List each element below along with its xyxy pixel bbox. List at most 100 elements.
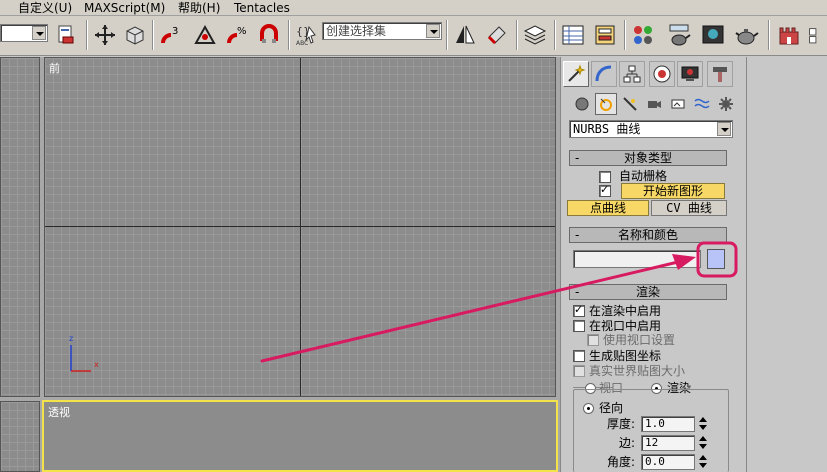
chevron-down-icon [32, 26, 46, 40]
quick-render-button[interactable] [734, 22, 760, 48]
enable-in-viewport-checkbox[interactable] [573, 320, 585, 332]
teapot-icon [669, 24, 691, 46]
select-by-name-button[interactable] [54, 22, 80, 48]
generate-mapping-label: 生成贴图坐标 [589, 349, 662, 363]
svg-text:z: z [69, 334, 73, 343]
viewport-perspective-label[interactable]: 透视 [48, 404, 70, 420]
angle-input[interactable]: 0.0 [641, 454, 695, 470]
select-by-name-icon [58, 25, 74, 44]
magnet-3-icon: 3 [161, 26, 178, 44]
move-icon [95, 25, 115, 45]
enable-in-renderer-checkbox[interactable] [573, 303, 585, 317]
tab-motion[interactable] [649, 61, 675, 87]
schematic-view-button[interactable] [592, 22, 618, 48]
motion-icon [653, 65, 671, 83]
castle-icon [779, 27, 799, 45]
command-panel: NURBS 曲线 - 对象类型 自动栅格 开始新图形 点曲线 CV 曲线 - 名… [560, 57, 746, 472]
snap-angle-button[interactable] [192, 22, 218, 48]
select-and-move-button[interactable] [92, 22, 118, 48]
curve-editor-button[interactable] [560, 22, 586, 48]
category-dropdown[interactable]: NURBS 曲线 [569, 120, 733, 138]
angle-label: 角度: [607, 455, 636, 469]
subtab-shapes[interactable] [595, 93, 617, 115]
render-setup-button[interactable] [666, 22, 692, 48]
chevron-down-icon [717, 122, 731, 136]
color-swatch[interactable] [707, 249, 725, 269]
material-spheres-icon [634, 26, 652, 44]
grid-icon [809, 28, 817, 44]
edit-named-selection-button[interactable]: {} ABC [294, 22, 320, 48]
menu-maxscript[interactable]: MAXScript(M) [84, 0, 165, 16]
menu-help[interactable]: 帮助(H) [178, 0, 220, 16]
use-viewport-settings-checkbox[interactable] [587, 334, 599, 346]
select-and-rotate-button[interactable] [122, 22, 148, 48]
sphere-icon [575, 97, 589, 111]
render-environment-button[interactable] [776, 22, 802, 48]
sides-label: 边: [619, 436, 636, 450]
subtab-helpers[interactable] [667, 93, 689, 115]
svg-text:x: x [94, 360, 99, 369]
material-editor-button[interactable] [630, 22, 656, 48]
rollout-name-color[interactable]: - 名称和颜色 [569, 227, 727, 243]
tab-create[interactable] [563, 61, 589, 87]
sides-spinner[interactable] [699, 435, 707, 451]
enable-in-viewport-label: 在视口中启用 [589, 319, 662, 333]
filter-combo[interactable] [0, 24, 48, 42]
percent-snap-icon: % [227, 26, 247, 44]
named-selection-icon: {}ABC [296, 25, 316, 47]
real-world-map-checkbox[interactable] [573, 365, 585, 377]
tab-hierarchy[interactable] [619, 61, 645, 87]
light-icon [623, 97, 637, 111]
layer-manager-button[interactable] [522, 22, 548, 48]
side-panel-strip [746, 57, 827, 472]
start-new-shape-button[interactable]: 开始新图形 [621, 183, 725, 199]
radial-radio[interactable] [583, 403, 594, 414]
point-curve-button[interactable]: 点曲线 [567, 200, 649, 216]
viewport-bottom-left[interactable] [0, 401, 40, 472]
viewport-front-label[interactable]: 前 [49, 60, 60, 76]
enable-in-renderer-label: 在渲染中启用 [589, 304, 662, 318]
menu-tentacles[interactable]: Tentacles [234, 0, 290, 16]
angle-spinner[interactable] [699, 454, 707, 470]
teapot-render-icon [735, 29, 759, 45]
rollout-object-type[interactable]: - 对象类型 [569, 150, 727, 166]
magnet-icon [260, 24, 278, 43]
subtab-lights[interactable] [619, 93, 641, 115]
object-name-input[interactable] [573, 250, 701, 268]
rollout-rendering[interactable]: - 渲染 [569, 284, 727, 300]
rendered-frame-window-button[interactable] [700, 22, 726, 48]
table-icon [562, 25, 584, 45]
chevron-down-icon [426, 24, 440, 38]
percent-snap-button[interactable]: % [224, 22, 250, 48]
menu-customize[interactable]: 自定义(U) [18, 0, 72, 16]
start-new-shape-checkbox[interactable] [599, 183, 611, 197]
use-viewport-settings-label: 使用视口设置 [603, 333, 676, 347]
thickness-input[interactable]: 1.0 [641, 416, 695, 432]
mirror-button[interactable] [452, 22, 478, 48]
generate-mapping-checkbox[interactable] [573, 350, 585, 362]
svg-text:3: 3 [172, 26, 178, 37]
thickness-spinner[interactable] [699, 416, 707, 432]
viewport-top-left[interactable] [0, 57, 40, 397]
subtab-cameras[interactable] [643, 93, 665, 115]
subtab-systems[interactable] [715, 93, 737, 115]
align-button[interactable] [484, 22, 510, 48]
helper-icon [671, 99, 685, 109]
radial-label: 径向 [599, 401, 624, 415]
cv-curve-button[interactable]: CV 曲线 [651, 200, 727, 216]
tab-modify[interactable] [591, 61, 617, 87]
spinner-snap-button[interactable] [256, 22, 282, 48]
viewport-perspective[interactable]: 透视 [42, 400, 558, 472]
angle-snap-button[interactable]: 3 [158, 22, 184, 48]
tab-display[interactable] [677, 61, 703, 87]
hierarchy-icon [623, 65, 641, 83]
named-selection-set-combo[interactable]: 创建选择集 [322, 22, 442, 40]
subtab-geometry[interactable] [571, 93, 593, 115]
gear-icon [719, 97, 733, 111]
tab-utilities[interactable] [707, 61, 733, 87]
sides-input[interactable]: 12 [641, 435, 695, 451]
subtab-spacewarps[interactable] [691, 93, 713, 115]
toolbar-overflow-button[interactable] [808, 22, 827, 48]
viewport-front[interactable]: 前 z x [44, 57, 556, 397]
autogrid-checkbox[interactable] [599, 171, 611, 183]
